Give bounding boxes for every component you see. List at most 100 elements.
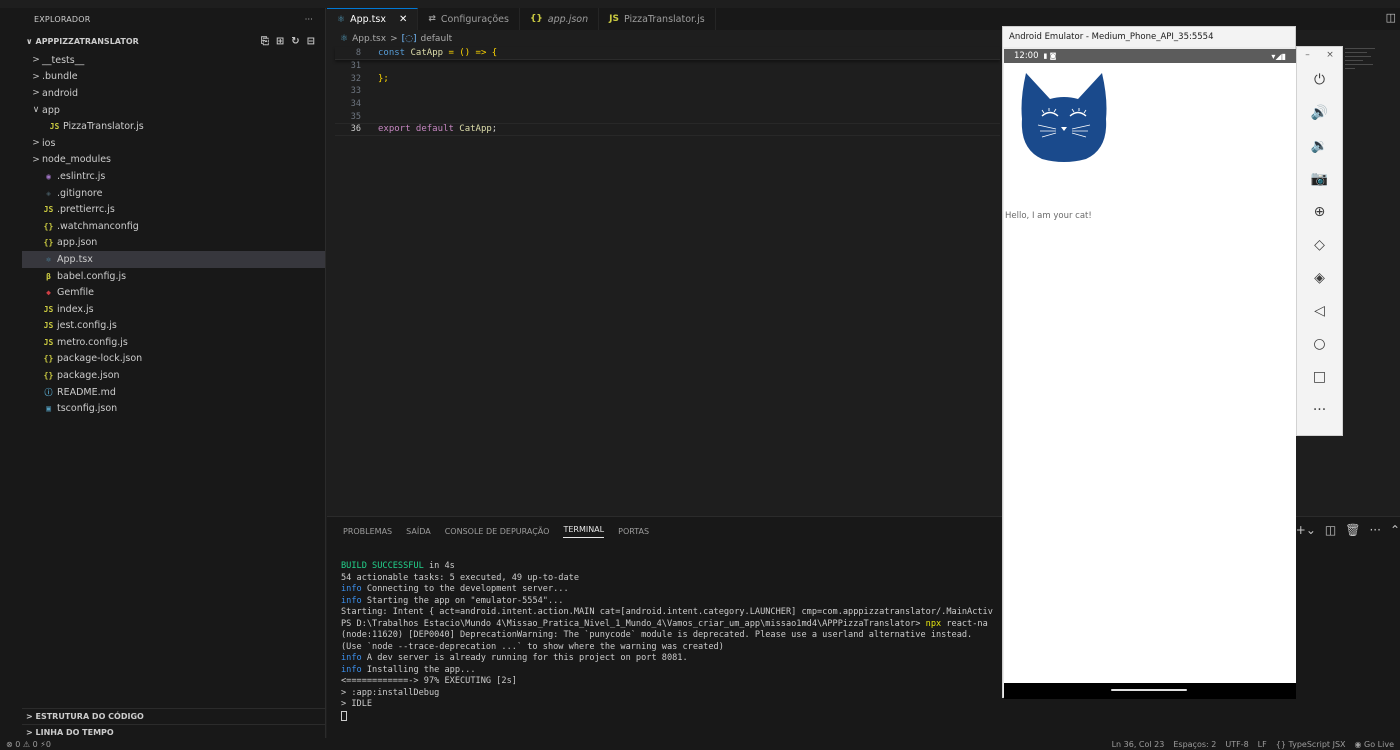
panel-tab[interactable]: TERMINAL <box>563 525 605 538</box>
power-icon[interactable]: ⏻ <box>1297 63 1342 96</box>
app-screen[interactable]: Hello, I am your cat! <box>1004 63 1296 683</box>
overview-icon[interactable]: □ <box>1297 360 1342 393</box>
emulator-title[interactable]: Android Emulator - Medium_Phone_API_35:5… <box>1003 27 1295 47</box>
tab-label: Configurações <box>440 13 509 25</box>
sticky-scroll-line[interactable]: 8 const CatApp = () => { <box>335 47 1000 60</box>
editor-tab[interactable]: ⇄ Configurações <box>418 8 520 30</box>
breadcrumb-symbol[interactable]: default <box>421 34 453 44</box>
back-icon[interactable]: ◁ <box>1297 294 1342 327</box>
new-file-icon[interactable]: ⎘ <box>261 36 269 47</box>
zoom-icon[interactable]: ⊕ <box>1297 195 1342 228</box>
explorer-item[interactable]: ◆ Gemfile <box>22 284 325 301</box>
explorer-header: EXPLORADOR ··· <box>22 8 325 30</box>
terminal-output[interactable]: BUILD SUCCESSFUL in 4s 54 actionable task… <box>341 561 1001 722</box>
explorer-item[interactable]: > ios <box>22 135 325 152</box>
explorer-item[interactable]: {} app.json <box>22 235 325 252</box>
explorer-item[interactable]: > __tests__ <box>22 52 325 69</box>
code-line[interactable]: 35 <box>335 110 1000 123</box>
encoding-status[interactable]: UTF-8 <box>1225 740 1248 749</box>
panel-tab[interactable]: PROBLEMAS <box>343 527 392 536</box>
explorer-item[interactable]: ◈ .gitignore <box>22 185 325 202</box>
explorer-more-button[interactable]: ··· <box>305 15 313 24</box>
panel-tab[interactable]: SAÍDA <box>406 527 431 536</box>
explorer-item[interactable]: JS .prettierrc.js <box>22 201 325 218</box>
go-live-button[interactable]: ◉ Go Live <box>1355 740 1395 749</box>
explorer-item[interactable]: JS PizzaTranslator.js <box>22 118 325 135</box>
explorer-item[interactable]: > node_modules <box>22 152 325 169</box>
breadcrumb-file[interactable]: App.tsx <box>352 34 386 44</box>
outline-section[interactable]: > ESTRUTURA DO CÓDIGO <box>22 708 325 724</box>
split-terminal-icon[interactable]: ◫ <box>1325 523 1336 537</box>
eol-status[interactable]: LF <box>1258 740 1267 749</box>
close-icon[interactable]: × <box>1326 50 1334 60</box>
android-status-bar: 12:00 ▮ ◙ ▾◢▮ <box>1004 49 1296 63</box>
editor-tab[interactable]: ⚛ App.tsx ✕ <box>327 8 419 30</box>
code-line[interactable]: 32}; <box>335 72 1000 85</box>
activity-bar <box>0 8 22 738</box>
code-line[interactable]: 33 <box>335 85 1000 98</box>
explorer-item[interactable]: ⓘ README.md <box>22 384 325 401</box>
home-icon[interactable]: ○ <box>1297 327 1342 360</box>
chevron-icon: > <box>32 55 40 66</box>
collapse-all-icon[interactable]: ⊟ <box>307 36 315 47</box>
panel-tab[interactable]: PORTAS <box>618 527 649 536</box>
chevron-up-icon[interactable]: ⌃ <box>1390 523 1400 537</box>
explorer-item[interactable]: JS jest.config.js <box>22 318 325 335</box>
code-editor[interactable]: 8 const CatApp = () => { 31 32}; 33 34 35 36… <box>335 47 1000 136</box>
explorer-item-label: node_modules <box>42 154 112 166</box>
camera-icon[interactable]: 📷 <box>1297 162 1342 195</box>
tab-label: PizzaTranslator.js <box>623 13 705 25</box>
explorer-item[interactable]: JS metro.config.js <box>22 334 325 351</box>
more-icon[interactable]: ··· <box>1297 393 1342 426</box>
explorer-item[interactable]: > android <box>22 85 325 102</box>
editor-tab[interactable]: JS PizzaTranslator.js <box>599 8 716 30</box>
add-terminal-icon[interactable]: +⌄ <box>1296 523 1316 537</box>
project-header[interactable]: ∨ APPPIZZATRANSLATOR ⎘ ⊞ ↻ ⊟ <box>22 30 325 52</box>
explorer-item[interactable]: β babel.config.js <box>22 268 325 285</box>
trash-icon[interactable]: 🗑 <box>1345 523 1360 537</box>
editor-tab[interactable]: {} app.json <box>520 8 600 30</box>
file-type-icon: ◆ <box>46 288 51 298</box>
minimize-icon[interactable]: – <box>1305 50 1310 60</box>
chevron-icon: > <box>32 71 40 82</box>
explorer-item[interactable]: ⚛ App.tsx <box>22 251 325 268</box>
explorer-title: EXPLORADOR <box>34 14 91 24</box>
code-line[interactable]: 36 export default CatApp; <box>335 123 1000 136</box>
code-line[interactable]: 34 <box>335 98 1000 111</box>
cursor-position[interactable]: Ln 36, Col 23 <box>1112 740 1165 749</box>
terminal-cursor-line[interactable] <box>341 710 1001 723</box>
code-line[interactable]: 31 <box>335 60 1000 73</box>
home-gesture-pill[interactable] <box>1111 689 1187 691</box>
minimap[interactable] <box>1345 48 1379 108</box>
close-icon[interactable]: ✕ <box>399 14 407 25</box>
explorer-item-label: .bundle <box>42 71 78 83</box>
split-editor-icon[interactable]: ◫ <box>1386 11 1396 24</box>
more-icon[interactable]: ··· <box>1369 523 1380 537</box>
explorer-item[interactable]: JS index.js <box>22 301 325 318</box>
indentation-status[interactable]: Espaços: 2 <box>1173 740 1216 749</box>
volume-up-icon[interactable]: 🔊 <box>1297 96 1342 129</box>
rotate-left-icon[interactable]: ◇ <box>1297 228 1342 261</box>
terminal-text: info <box>341 653 362 663</box>
explorer-item[interactable]: ∨ app <box>22 102 325 119</box>
terminal-text: info <box>341 664 362 675</box>
explorer-item[interactable]: {} .watchmanconfig <box>22 218 325 235</box>
file-type-icon: ◉ <box>46 171 51 181</box>
rotate-right-icon[interactable]: ◈ <box>1297 261 1342 294</box>
terminal-text: react-na <box>941 618 988 629</box>
explorer-item[interactable]: {} package-lock.json <box>22 351 325 368</box>
language-mode[interactable]: {} TypeScript JSX <box>1276 740 1346 749</box>
explorer-item[interactable]: > .bundle <box>22 69 325 86</box>
volume-down-icon[interactable]: 🔉 <box>1297 129 1342 162</box>
refresh-icon[interactable]: ↻ <box>291 36 299 47</box>
explorer-item[interactable]: ◉ .eslintrc.js <box>22 168 325 185</box>
file-type-icon: {} <box>529 14 543 24</box>
code-token: const <box>378 47 411 58</box>
file-tree: > __tests__ > .bundle > android ∨ app JS PizzaTra… <box>22 52 325 417</box>
panel-tab[interactable]: CONSOLE DE DEPURAÇÃO <box>445 527 550 536</box>
new-folder-icon[interactable]: ⊞ <box>276 36 284 47</box>
explorer-item[interactable]: {} package.json <box>22 367 325 384</box>
problems-status[interactable]: ⊗ 0 ⚠ 0 ⚡0 <box>6 740 51 749</box>
explorer-item[interactable]: ▣ tsconfig.json <box>22 400 325 417</box>
outline-label: ESTRUTURA DO CÓDIGO <box>35 712 144 721</box>
